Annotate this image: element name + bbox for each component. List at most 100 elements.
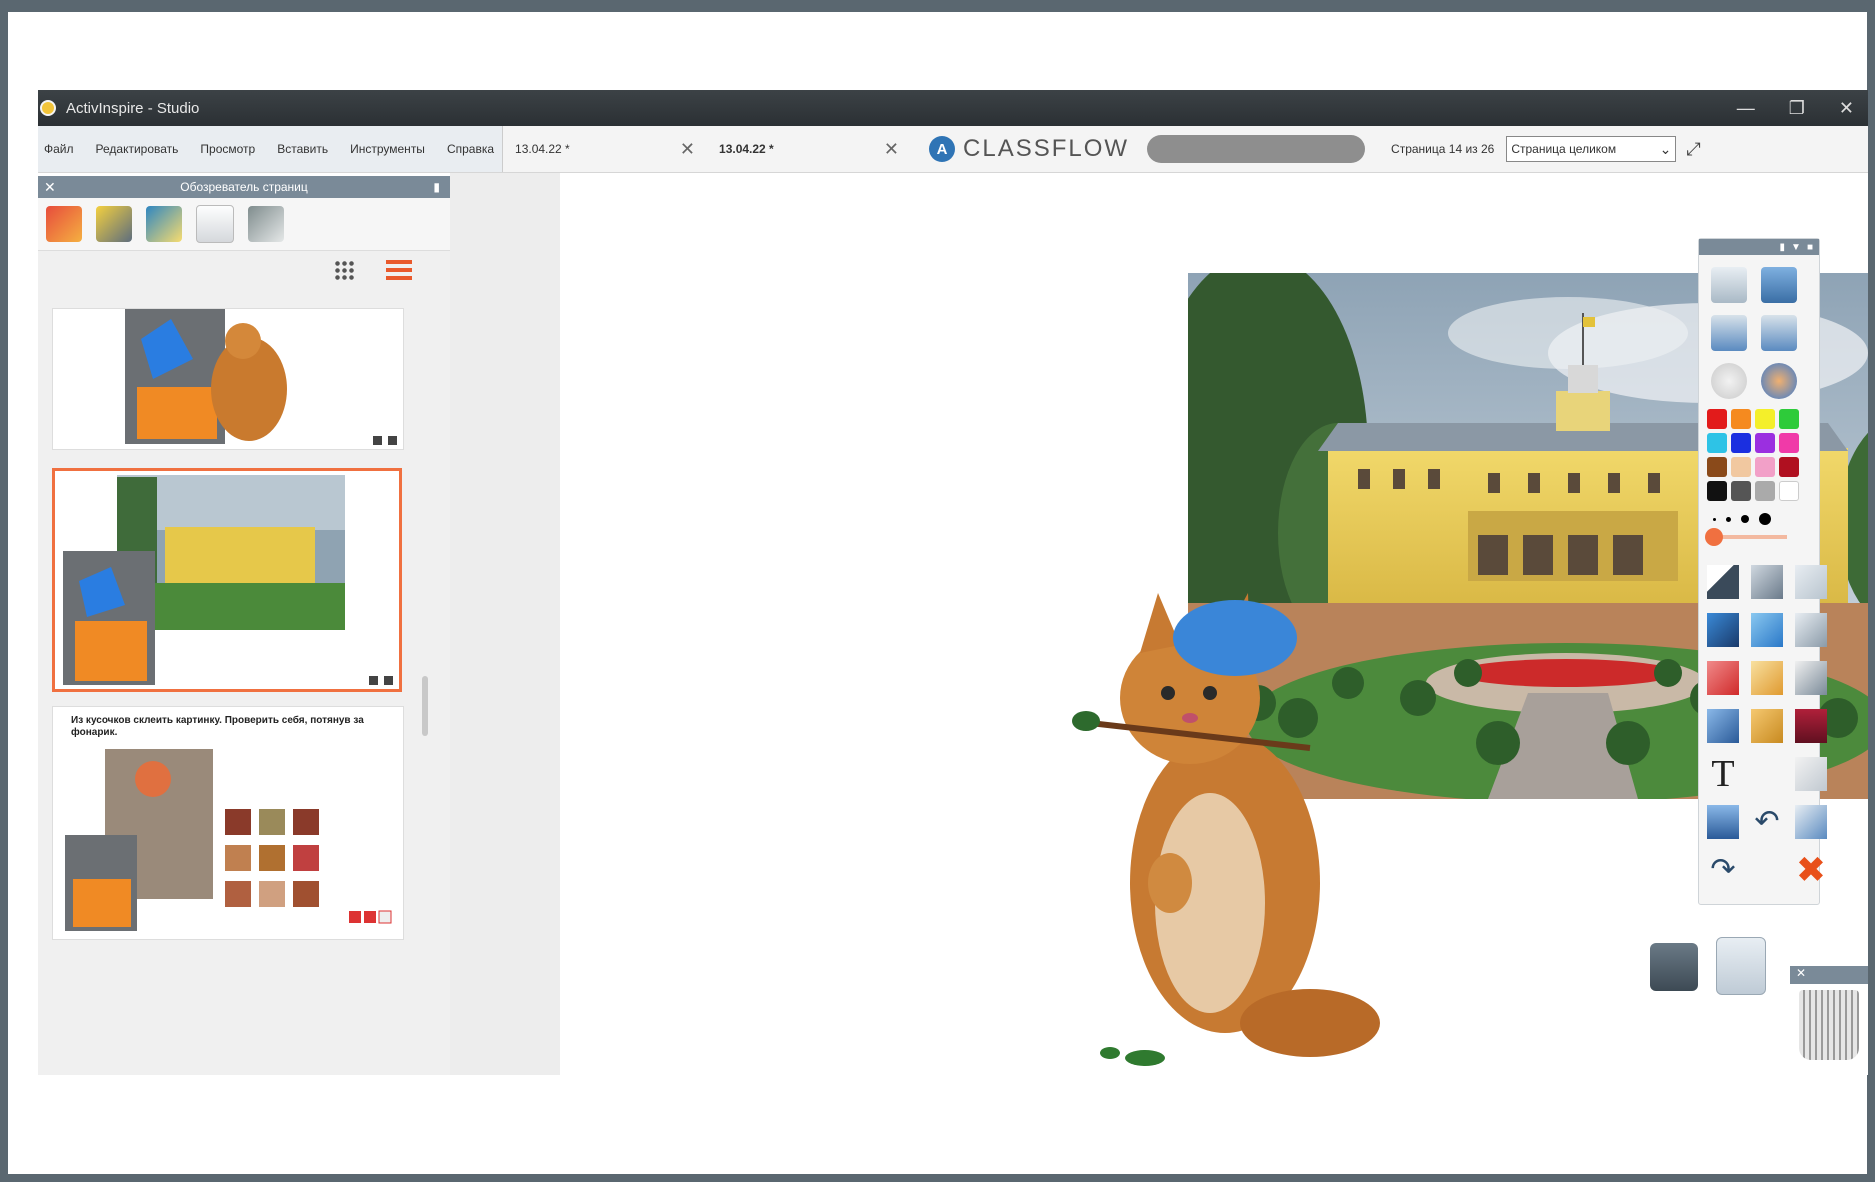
page-thumbnail-14-selected[interactable]: [52, 468, 402, 692]
color-swatch[interactable]: [1779, 409, 1799, 429]
close-icon[interactable]: ✕: [44, 179, 56, 196]
width-dot[interactable]: [1726, 516, 1731, 522]
color-swatch[interactable]: [1755, 481, 1775, 501]
grid-view-icon[interactable]: [334, 260, 356, 282]
slider-handle[interactable]: [1705, 528, 1723, 546]
menu-insert[interactable]: Вставить: [277, 142, 328, 156]
shape-recognition-icon[interactable]: [1795, 613, 1827, 647]
properties-browser-icon[interactable]: [248, 206, 284, 242]
maximize-icon[interactable]: ■: [1807, 242, 1813, 253]
blank: [1751, 853, 1787, 887]
color-swatch[interactable]: [1779, 481, 1799, 501]
color-swatch[interactable]: [1731, 409, 1751, 429]
shapes-icon[interactable]: [1751, 709, 1783, 743]
document-tab-2[interactable]: 13.04.22 * ✕: [707, 126, 911, 172]
classflow-brand[interactable]: A CLASSFLOW: [911, 135, 1129, 163]
select-arrow-icon[interactable]: [1707, 565, 1739, 599]
next-page-icon[interactable]: [1716, 937, 1766, 995]
page-icon: [369, 676, 378, 685]
trash-icon[interactable]: ✕: [1790, 966, 1868, 1068]
fill-icon[interactable]: [1751, 661, 1783, 695]
recorder-icon[interactable]: [1650, 943, 1698, 991]
toolbox-tools-grid: T ↶ ↷ ✖: [1707, 565, 1827, 888]
highlighter-icon[interactable]: [1751, 613, 1783, 647]
minimize-icon[interactable]: —: [1737, 98, 1755, 119]
list-view-icon[interactable]: [386, 260, 412, 282]
thumbnail-text: Из кусочков склеить картинку. Проверить …: [71, 715, 364, 738]
chevron-down-icon[interactable]: ▼: [1791, 242, 1801, 253]
scissors-icon[interactable]: [1795, 661, 1827, 695]
paste-icon[interactable]: [1795, 805, 1827, 839]
color-swatch[interactable]: [1707, 409, 1727, 429]
page-thumbnail-15[interactable]: Из кусочков склеить картинку. Проверить …: [52, 706, 404, 940]
page-icon: [388, 436, 397, 445]
resource-library-icon[interactable]: [96, 206, 132, 242]
menu-help[interactable]: Справка: [447, 142, 494, 156]
page-browser-header: ✕ Обозреватель страниц ▮: [38, 176, 450, 198]
main-menu-icon[interactable]: [1711, 267, 1747, 303]
copy-icon[interactable]: [1795, 757, 1827, 791]
color-swatch[interactable]: [1779, 433, 1799, 453]
width-slider[interactable]: [1705, 528, 1787, 546]
close-icon[interactable]: ✕: [680, 139, 695, 160]
color-swatch[interactable]: [1755, 409, 1775, 429]
color-swatch[interactable]: [1707, 433, 1727, 453]
menu-tools[interactable]: Инструменты: [350, 142, 425, 156]
page-browser-icon[interactable]: [46, 206, 82, 242]
object-browser-icon[interactable]: [146, 206, 182, 242]
page-browser-title: Обозреватель страниц: [180, 180, 308, 194]
close-icon[interactable]: ✕: [1839, 98, 1854, 119]
pen-icon[interactable]: [1707, 613, 1739, 647]
color-swatch[interactable]: [1707, 457, 1727, 477]
flipchart-canvas[interactable]: [450, 173, 1868, 1075]
magic-ink-icon[interactable]: [1795, 565, 1827, 599]
panel-scrollbar[interactable]: [422, 676, 428, 736]
width-dot[interactable]: [1759, 513, 1771, 525]
pin-icon[interactable]: ▮: [433, 180, 440, 194]
app-icon: [40, 100, 56, 116]
close-icon[interactable]: ✕: [884, 139, 899, 160]
resource-browser-icon[interactable]: [1761, 267, 1797, 303]
color-swatch[interactable]: [1731, 433, 1751, 453]
classflow-logo-icon: A: [929, 136, 956, 162]
globe-icon[interactable]: [1761, 363, 1797, 399]
width-dot[interactable]: [1741, 515, 1749, 523]
menu-file[interactable]: Файл: [44, 142, 74, 156]
page-icon: [373, 436, 382, 445]
marker-icon[interactable]: [1707, 709, 1739, 743]
cat-painter-illustration: [1072, 593, 1380, 1066]
undo-icon[interactable]: ↶: [1751, 805, 1783, 839]
main-menu: Файл Редактировать Просмотр Вставить Инс…: [38, 126, 504, 172]
fullscreen-icon[interactable]: ⤢: [1686, 139, 1700, 160]
redo-icon[interactable]: ↷: [1707, 853, 1739, 887]
title-bar: ActivInspire - Studio — ❐ ✕: [38, 90, 1868, 126]
previous-page-icon[interactable]: [1711, 315, 1747, 351]
color-swatch[interactable]: [1707, 481, 1727, 501]
text-tool-icon[interactable]: T: [1707, 755, 1739, 793]
eraser-icon[interactable]: [1707, 661, 1739, 695]
color-swatch[interactable]: [1779, 457, 1799, 477]
maximize-icon[interactable]: ❐: [1789, 98, 1805, 119]
document-tab-1[interactable]: 13.04.22 * ✕: [503, 126, 707, 172]
classflow-search-pill[interactable]: [1147, 135, 1366, 163]
page-thumbnail-13[interactable]: [52, 308, 404, 450]
tools-icon[interactable]: [1751, 565, 1783, 599]
menu-edit[interactable]: Редактировать: [96, 142, 179, 156]
pin-icon[interactable]: ▮: [1780, 242, 1786, 253]
menu-view[interactable]: Просмотр: [200, 142, 255, 156]
next-page-icon[interactable]: [1761, 315, 1797, 351]
notes-browser-icon[interactable]: [196, 205, 234, 243]
delete-icon[interactable]: ✖: [1795, 852, 1827, 888]
width-dot[interactable]: [1713, 517, 1716, 521]
color-swatch[interactable]: [1755, 433, 1775, 453]
play-icon[interactable]: [1711, 363, 1747, 399]
hourglass-icon[interactable]: [1707, 805, 1739, 839]
color-swatch[interactable]: [1731, 457, 1751, 477]
color-swatch[interactable]: [1755, 457, 1775, 477]
toolbox-top-tools: [1711, 267, 1819, 399]
save-icon[interactable]: [1795, 709, 1827, 743]
color-swatch[interactable]: [1731, 481, 1751, 501]
page-browser-panel: ✕ Обозреватель страниц ▮ Из кусочков скл…: [38, 176, 451, 1075]
toolbox-header: ▮ ▼ ■: [1699, 239, 1819, 255]
zoom-select[interactable]: Страница целиком ⌄: [1506, 136, 1677, 162]
